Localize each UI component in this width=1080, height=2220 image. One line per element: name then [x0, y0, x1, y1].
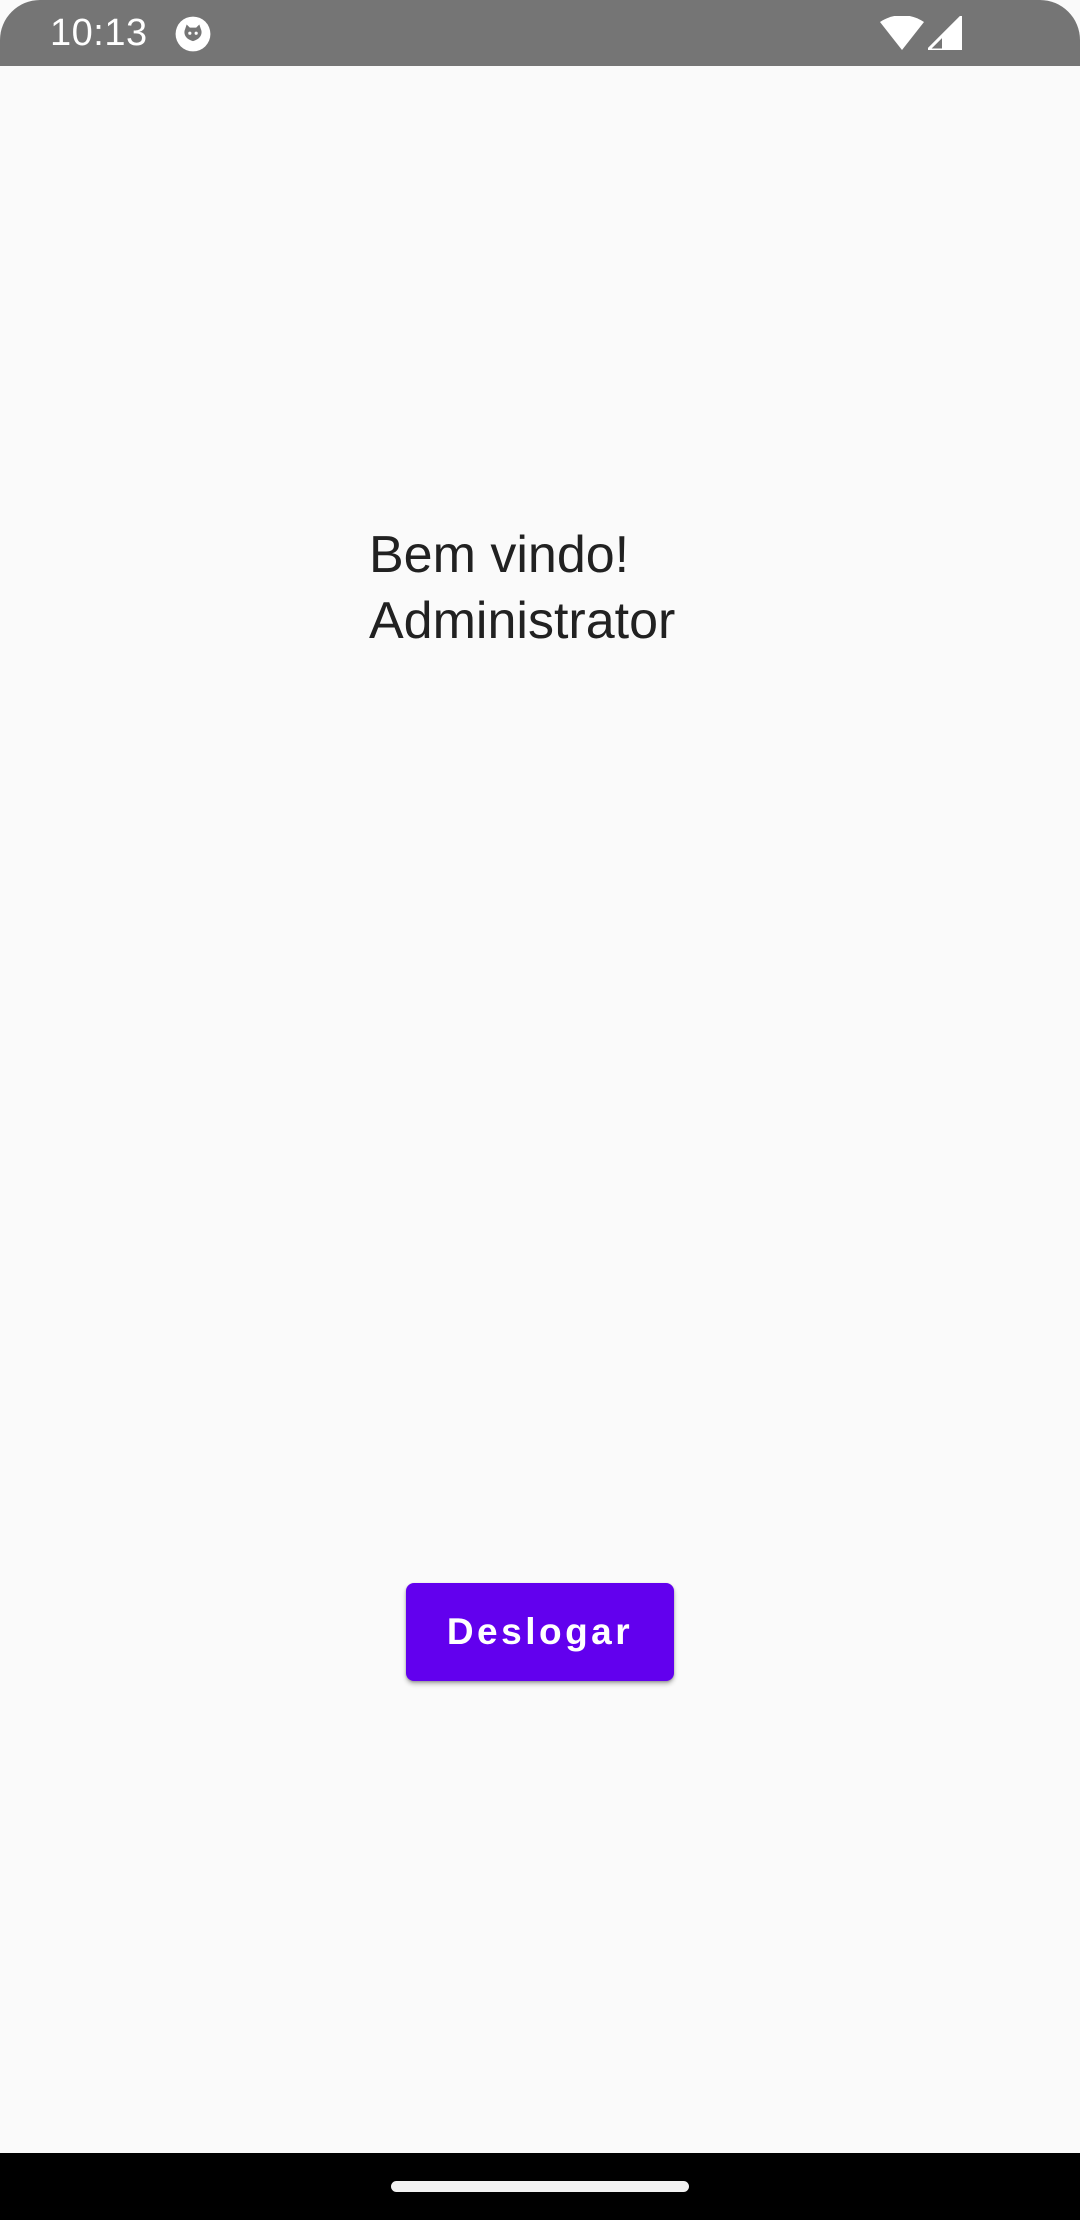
app-notification-icon [175, 16, 211, 52]
home-gesture-handle[interactable] [391, 2181, 689, 2192]
status-bar: 10:13 [0, 0, 1080, 66]
welcome-greeting: Bem vindo! [369, 526, 630, 584]
welcome-username: Administrator [369, 592, 676, 650]
wifi-icon [880, 16, 924, 50]
cell-signal-icon [928, 16, 962, 50]
status-time: 10:13 [50, 12, 148, 54]
logout-button[interactable]: Deslogar [406, 1583, 674, 1681]
navigation-bar [0, 2153, 1080, 2220]
screen: 10:13 Bem vindo! Administrator Deslogar [0, 0, 1080, 2220]
welcome-message: Bem vindo! Administrator [369, 522, 675, 654]
